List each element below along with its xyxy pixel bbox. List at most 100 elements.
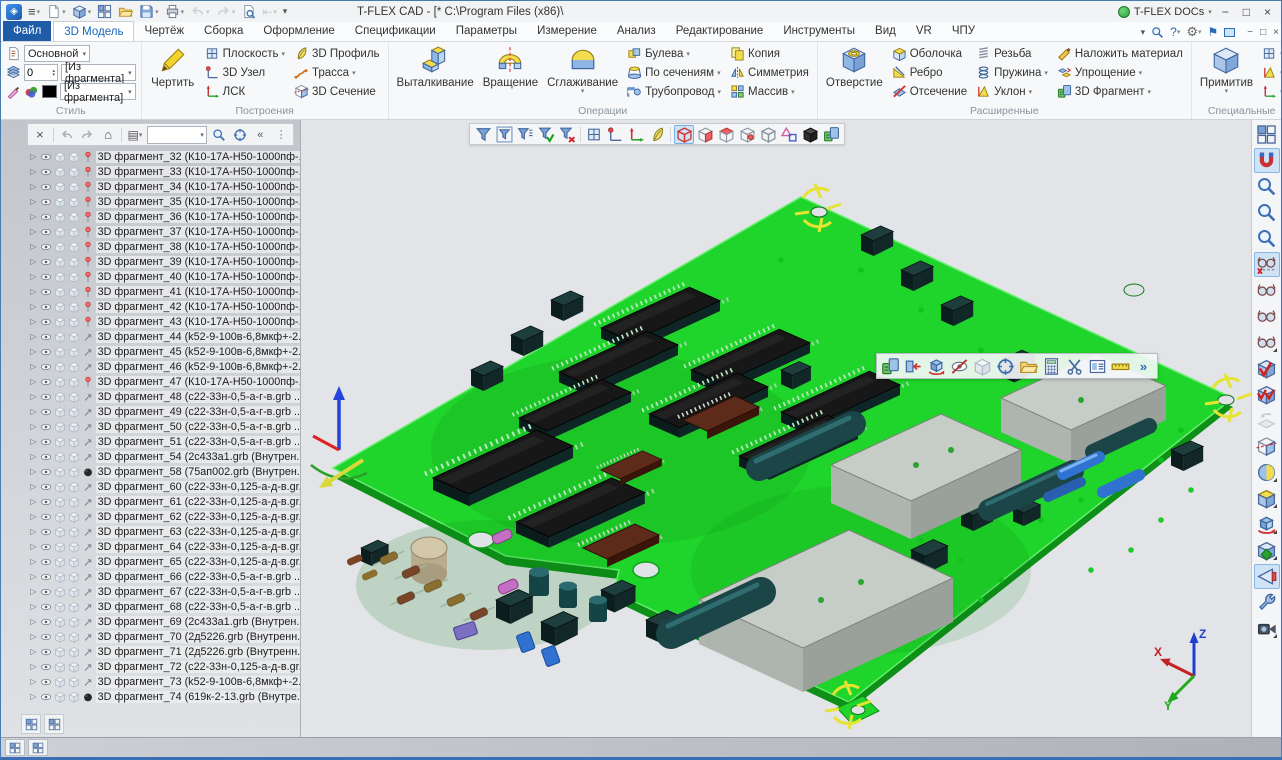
center-of-mass-button[interactable] (995, 356, 1016, 377)
qa-open-document[interactable] (116, 3, 135, 21)
qa-macros[interactable]: ⇤▾ (260, 3, 279, 21)
tab-Вид[interactable]: Вид (865, 21, 906, 41)
expander-icon[interactable]: ▷ (29, 227, 38, 236)
tree-item[interactable]: ▷3D фрагмент_54 (2с433а1.grb (Внутрен... (19, 449, 300, 464)
filter-fragments-button[interactable] (821, 125, 841, 144)
tab-Спецификации[interactable]: Спецификации (345, 21, 446, 41)
selector-cancel-button[interactable] (557, 125, 577, 144)
recalculate-button[interactable] (1041, 356, 1062, 377)
panel-menu-button[interactable]: ⋮ (272, 126, 290, 144)
style-combo-1[interactable]: [Из фрагмента]▾ (61, 64, 136, 81)
tab-3D Модель[interactable]: 3D Модель (53, 21, 134, 41)
wireframe-mode-button[interactable] (1254, 278, 1280, 303)
qa-new-document[interactable]: ▾ (44, 3, 68, 21)
hidden-lines-mode-button[interactable] (1254, 252, 1280, 277)
tab-Файл[interactable]: Файл (3, 21, 51, 41)
properties-button[interactable] (1087, 356, 1108, 377)
Сглаживание-button[interactable]: Сглаживание▾ (544, 44, 621, 96)
Чертить-button[interactable]: Чертить (147, 44, 199, 90)
Копия-button[interactable]: Копия (727, 44, 812, 63)
expander-icon[interactable]: ▷ (29, 482, 38, 491)
expander-icon[interactable]: ▷ (29, 497, 38, 506)
tab-Чертёж[interactable]: Чертёж (134, 21, 194, 41)
qa-print[interactable]: ▾ (163, 3, 187, 21)
filter-profiles-button[interactable] (647, 125, 667, 144)
render-quality-button[interactable] (1254, 460, 1280, 485)
tree-item[interactable]: ▷3D фрагмент_47 (К10-17А-Н50-1000пф-... (19, 374, 300, 389)
maximize-button[interactable]: □ (1243, 5, 1250, 19)
color-swatch[interactable] (42, 85, 57, 98)
По сечениям-button[interactable]: По сечениям▾ (624, 63, 724, 82)
history-back-button[interactable] (58, 126, 76, 144)
shading-options-button[interactable] (1254, 486, 1280, 511)
Плоскость-button[interactable]: Плоскость▾ (202, 44, 288, 63)
search-button[interactable] (1151, 26, 1164, 39)
workplane-tool-button[interactable]: ▾ (1259, 44, 1281, 63)
filter-list-button[interactable] (515, 125, 535, 144)
tree-item[interactable]: ▷3D фрагмент_61 (с22-33н-0,125-а-д-в.gr.… (19, 494, 300, 509)
tab-ЧПУ[interactable]: ЧПУ (942, 21, 985, 41)
minimize-button[interactable]: − (1222, 5, 1229, 19)
close-button[interactable]: × (1264, 5, 1271, 19)
tree-item[interactable]: ▷3D фрагмент_60 (с22-33н-0,125-а-д-в.gr.… (19, 479, 300, 494)
tree-item[interactable]: ▷3D фрагмент_58 (75ап002.grb (Внутрен... (19, 464, 300, 479)
tree-item[interactable]: ▷3D фрагмент_44 (k52-9-100в-6,8мкф+-2... (19, 329, 300, 344)
home-button[interactable]: ⌂ (99, 126, 117, 144)
tab-Измерение[interactable]: Измерение (527, 21, 607, 41)
qa-new-3d-model[interactable]: ▾ (70, 3, 94, 21)
camera-perspective-button[interactable] (1254, 564, 1280, 589)
Вращение-button[interactable]: Вращение (480, 44, 541, 90)
Примитив-button[interactable]: Примитив▾ (1197, 44, 1256, 96)
ribbon-display-options-button[interactable]: ▾ (1141, 27, 1146, 38)
3D Фрагмент-button[interactable]: 3D Фрагмент▾ (1054, 82, 1186, 101)
tree-item[interactable]: ▷3D фрагмент_65 (с22-33н-0,125-а-д-в.gr.… (19, 554, 300, 569)
tab-Параметры[interactable]: Параметры (446, 21, 527, 41)
tree-item[interactable]: ▷3D фрагмент_73 (k52-9-100в-6,8мкф+-2... (19, 674, 300, 689)
Трасса-button[interactable]: Трасса▾ (291, 63, 383, 82)
record-video-button[interactable] (1254, 616, 1280, 641)
qa-customize-quick-access[interactable]: ▾ (281, 3, 290, 21)
zoom-previous-button[interactable] (1254, 226, 1280, 251)
expander-icon[interactable]: ▷ (29, 332, 38, 341)
insert-copy-button[interactable] (903, 356, 924, 377)
qa-app-logo[interactable]: ◈ (4, 3, 24, 21)
tab-Инструменты[interactable]: Инструменты (773, 21, 865, 41)
expander-icon[interactable]: ▷ (29, 272, 38, 281)
Уклон-button[interactable]: Уклон▾ (973, 82, 1051, 101)
tree-item[interactable]: ▷3D фрагмент_46 (k52-9-100в-6,8мкф+-2... (19, 359, 300, 374)
tree-item[interactable]: ▷3D фрагмент_49 (с22-33н-0,5-а-г-в.grb .… (19, 404, 300, 419)
layout-two-columns-button[interactable] (5, 739, 25, 756)
expander-icon[interactable]: ▷ (29, 617, 38, 626)
expander-icon[interactable]: ▷ (29, 602, 38, 611)
expander-icon[interactable]: ▷ (29, 287, 38, 296)
expander-icon[interactable]: ▷ (29, 512, 38, 521)
ЛСК-button[interactable]: ЛСК (202, 82, 288, 101)
expander-icon[interactable]: ▷ (29, 527, 38, 536)
expander-icon[interactable]: ▷ (29, 422, 38, 431)
Булева-button[interactable]: Булева▾ (624, 44, 724, 63)
tab-VR[interactable]: VR (906, 21, 942, 41)
tree-item[interactable]: ▷3D фрагмент_32 (К10-17А-Н50-1000пф-... (19, 149, 300, 164)
qa-redo[interactable]: ▾ (214, 3, 238, 21)
tree-item[interactable]: ▷3D фрагмент_70 (2д5226.grb (Внутренн... (19, 629, 300, 644)
expander-icon[interactable]: ▷ (29, 197, 38, 206)
expander-icon[interactable]: ▷ (29, 377, 38, 386)
pcb-model[interactable]: Z X Y (301, 120, 1253, 737)
tree-item[interactable]: ▷3D фрагмент_35 (К10-17А-Н50-1000пф-... (19, 194, 300, 209)
3d-viewport[interactable]: Z X Y » (301, 120, 1251, 737)
tree-item[interactable]: ▷3D фрагмент_64 (с22-33н-0,125-а-д-в.gr.… (19, 539, 300, 554)
filter-workplanes-button[interactable] (584, 125, 604, 144)
Трубопровод-button[interactable]: Трубопровод▾ (624, 82, 724, 101)
expander-icon[interactable]: ▷ (29, 587, 38, 596)
viewport-settings-button[interactable] (1254, 590, 1280, 615)
filter-operations-button[interactable] (737, 125, 757, 144)
Отсечение-button[interactable]: Отсечение (889, 82, 970, 101)
style-combo-2[interactable]: [Из фрагмента]▾ (60, 83, 136, 100)
expander-icon[interactable]: ▷ (29, 362, 38, 371)
expander-icon[interactable]: ▷ (29, 257, 38, 266)
shaded-mode-button[interactable] (1254, 304, 1280, 329)
filter-solids-button[interactable] (758, 125, 778, 144)
tree-item[interactable]: ▷3D фрагмент_74 (619к-2-13.grb (Внутре..… (19, 689, 300, 704)
tree-search-box[interactable]: ▾ (147, 126, 207, 144)
Симметрия-button[interactable]: Симметрия (727, 63, 812, 82)
